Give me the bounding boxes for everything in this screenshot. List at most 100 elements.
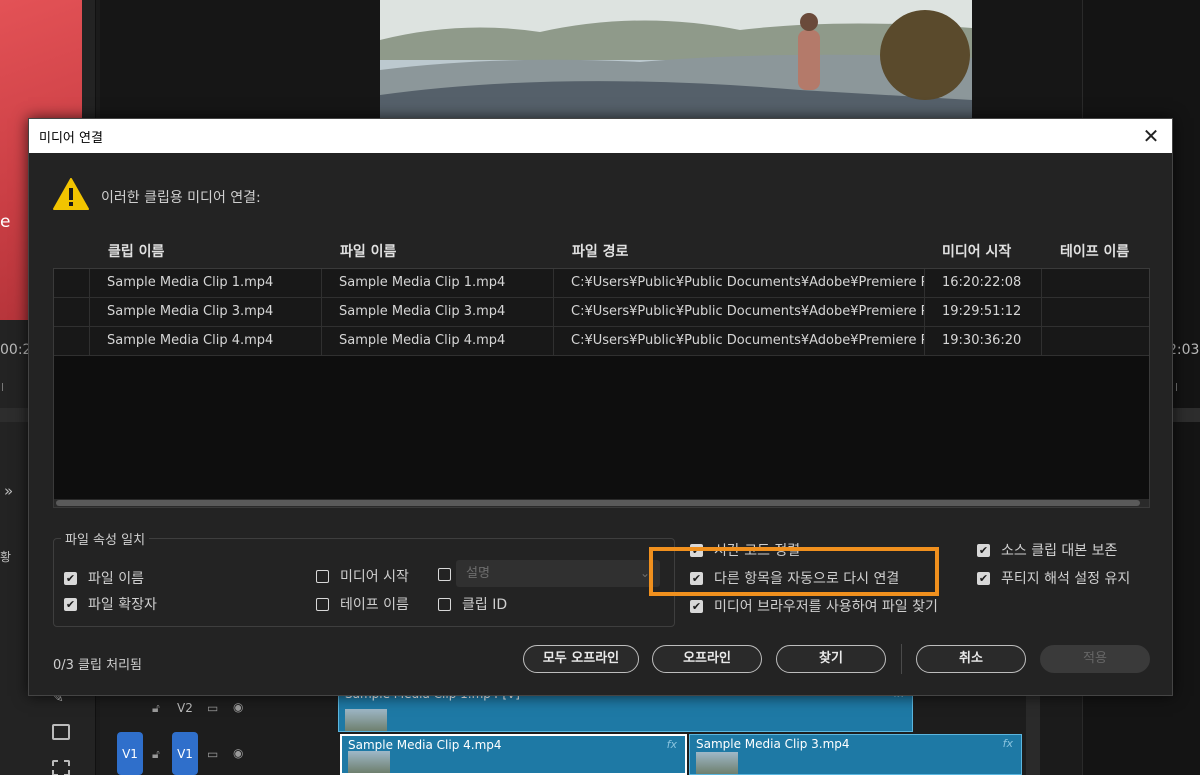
side-label: 황	[0, 550, 12, 564]
column-header-tape-name[interactable]: 테이프 이름	[1060, 241, 1129, 261]
scrollbar-thumb[interactable]	[56, 500, 1140, 506]
track-target-v1[interactable]: V1	[172, 732, 198, 775]
sync-lock-icon[interactable]: ▭	[207, 701, 218, 715]
cell-clip-name: Sample Media Clip 1.mp4	[90, 269, 322, 298]
rectangle-tool-icon[interactable]	[52, 724, 70, 740]
dialog-message: 이러한 클립용 미디어 연결:	[101, 190, 261, 206]
apply-button[interactable]: 적용	[1040, 645, 1150, 673]
clip-thumbnail	[348, 751, 390, 773]
close-icon[interactable]: ✕	[1138, 123, 1164, 149]
clip-thumbnail	[696, 752, 738, 774]
checkbox-label: 파일 이름	[88, 571, 144, 587]
match-file-extension-checkbox[interactable]: ✔ 파일 확장자	[64, 594, 157, 614]
checkbox-unchecked[interactable]	[316, 569, 329, 583]
checkbox-label: 클립 ID	[462, 597, 508, 613]
find-button[interactable]: 찾기	[776, 645, 886, 673]
checkbox-unchecked[interactable]	[438, 597, 451, 611]
column-header-file-name[interactable]: 파일 이름	[340, 241, 396, 261]
checkbox-label: 다른 항목을 자동으로 다시 연결	[714, 571, 900, 587]
relink-others-checkbox[interactable]: ✔ 다른 항목을 자동으로 다시 연결	[690, 568, 899, 588]
warning-icon	[53, 178, 89, 210]
dialog-title: 미디어 연결	[39, 131, 103, 146]
clip-thumbnail	[345, 709, 387, 731]
dropdown-placeholder: 설명	[466, 566, 490, 581]
checkbox-label: 미디어 시작	[340, 569, 409, 585]
checkbox-label: 푸티지 해석 설정 유지	[1001, 571, 1131, 587]
match-file-name-checkbox[interactable]: ✔ 파일 이름	[64, 568, 144, 588]
timeline-clip[interactable]: Sample Media Clip 4.mp4 fx	[340, 734, 687, 775]
cell-tape-name	[1042, 327, 1149, 356]
checkbox-label: 파일 확장자	[88, 597, 157, 613]
match-media-start-checkbox[interactable]: 미디어 시작	[316, 566, 409, 586]
clip-name: Sample Media Clip 3.mp4	[696, 737, 850, 751]
cell-file-path: C:¥Users¥Public¥Public Documents¥Adobe¥P…	[554, 327, 925, 356]
checkbox-checked[interactable]: ✔	[690, 543, 703, 557]
column-header-file-path[interactable]: 파일 경로	[572, 241, 628, 261]
timeline-scrollbar[interactable]	[1026, 696, 1040, 775]
use-media-browser-checkbox[interactable]: ✔ 미디어 브라우저를 사용하여 파일 찾기	[690, 596, 938, 616]
checkbox-label: 소스 클립 대본 보존	[1001, 543, 1118, 559]
preserve-interpret-footage-checkbox[interactable]: ✔ 푸티지 해석 설정 유지	[977, 568, 1130, 588]
status-text: 0/3 클립 처리됨	[53, 658, 142, 673]
fx-badge: fx	[1002, 737, 1013, 750]
cell-tape-name	[1042, 298, 1149, 327]
track-label-v2: V2	[177, 701, 193, 715]
checkbox-checked[interactable]: ✔	[64, 597, 77, 611]
sync-lock-icon[interactable]: ▭	[207, 747, 218, 761]
clips-table: Sample Media Clip 1.mp4 Sample Media Cli…	[53, 268, 1150, 508]
table-row[interactable]: Sample Media Clip 4.mp4 Sample Media Cli…	[54, 327, 1149, 356]
row-selector[interactable]	[54, 269, 90, 298]
offline-all-button[interactable]: 모두 오프라인	[523, 645, 639, 673]
cell-file-name: Sample Media Clip 3.mp4	[322, 298, 554, 327]
cell-media-start: 19:30:36:20	[925, 327, 1042, 356]
cancel-button[interactable]: 취소	[916, 645, 1026, 673]
cell-clip-name: Sample Media Clip 3.mp4	[90, 298, 322, 327]
fx-badge: fx	[666, 738, 677, 751]
match-properties-legend: 파일 속성 일치	[61, 529, 150, 548]
cell-file-path: C:¥Users¥Public¥Public Documents¥Adobe¥P…	[554, 269, 925, 298]
row-selector[interactable]	[54, 327, 90, 356]
offline-button[interactable]: 오프라인	[652, 645, 762, 673]
video-preview	[380, 0, 972, 118]
checkbox-checked[interactable]: ✔	[690, 599, 703, 613]
dialog-titlebar: 미디어 연결 ✕	[29, 119, 1172, 153]
expand-panels-icon[interactable]: »	[4, 482, 13, 500]
checkbox-label: 테이프 이름	[340, 597, 409, 613]
checkbox-checked[interactable]: ✔	[690, 571, 703, 585]
link-media-dialog: 미디어 연결 ✕ 이러한 클립용 미디어 연결: 클립 이름 파일 이름 파일 …	[28, 118, 1173, 696]
checkbox-label: 미디어 브라우저를 사용하여 파일 찾기	[714, 599, 938, 615]
lock-icon[interactable]: 🔓︎	[152, 701, 160, 716]
cell-media-start: 19:29:51:12	[925, 298, 1042, 327]
table-row[interactable]: Sample Media Clip 3.mp4 Sample Media Cli…	[54, 298, 1149, 327]
match-tape-name-checkbox[interactable]: 테이프 이름	[316, 594, 409, 614]
table-horizontal-scrollbar[interactable]	[54, 499, 1149, 507]
table-row[interactable]: Sample Media Clip 1.mp4 Sample Media Cli…	[54, 269, 1149, 298]
timeline-clip[interactable]: Sample Media Clip 3.mp4 fx	[689, 734, 1022, 775]
description-dropdown[interactable]: 설명 ⌄	[456, 560, 660, 587]
checkbox-label: 시간 코드 정렬	[714, 543, 801, 559]
select-tool-icon[interactable]	[52, 760, 70, 775]
eye-icon[interactable]: ◉	[233, 700, 243, 714]
match-clip-id-checkbox[interactable]: 클립 ID	[438, 594, 507, 614]
eye-icon[interactable]: ◉	[233, 746, 243, 760]
cell-media-start: 16:20:22:08	[925, 269, 1042, 298]
timecode-left: 00:2	[0, 342, 32, 358]
row-selector[interactable]	[54, 298, 90, 327]
track-header-v2: 🔓︎ V2 ▭ ◉	[100, 696, 338, 724]
align-timecode-checkbox[interactable]: ✔ 시간 코드 정렬	[690, 540, 800, 560]
tools-panel: ✎	[46, 684, 76, 775]
source-patch-v1[interactable]: V1	[117, 732, 143, 775]
checkbox-checked[interactable]: ✔	[64, 571, 77, 585]
cell-file-name: Sample Media Clip 4.mp4	[322, 327, 554, 356]
chevron-down-icon: ⌄	[639, 566, 650, 580]
column-header-clip-name[interactable]: 클립 이름	[108, 241, 164, 261]
checkbox-checked[interactable]: ✔	[977, 571, 990, 585]
lock-icon[interactable]: 🔓︎	[152, 747, 160, 762]
column-header-media-start[interactable]: 미디어 시작	[942, 241, 1011, 261]
preserve-transcript-checkbox[interactable]: ✔ 소스 클립 대본 보존	[977, 540, 1117, 560]
checkbox-unchecked[interactable]	[438, 568, 451, 581]
button-divider	[901, 644, 902, 674]
ruler-ticks	[1176, 383, 1200, 391]
checkbox-unchecked[interactable]	[316, 597, 329, 611]
checkbox-checked[interactable]: ✔	[977, 543, 990, 557]
